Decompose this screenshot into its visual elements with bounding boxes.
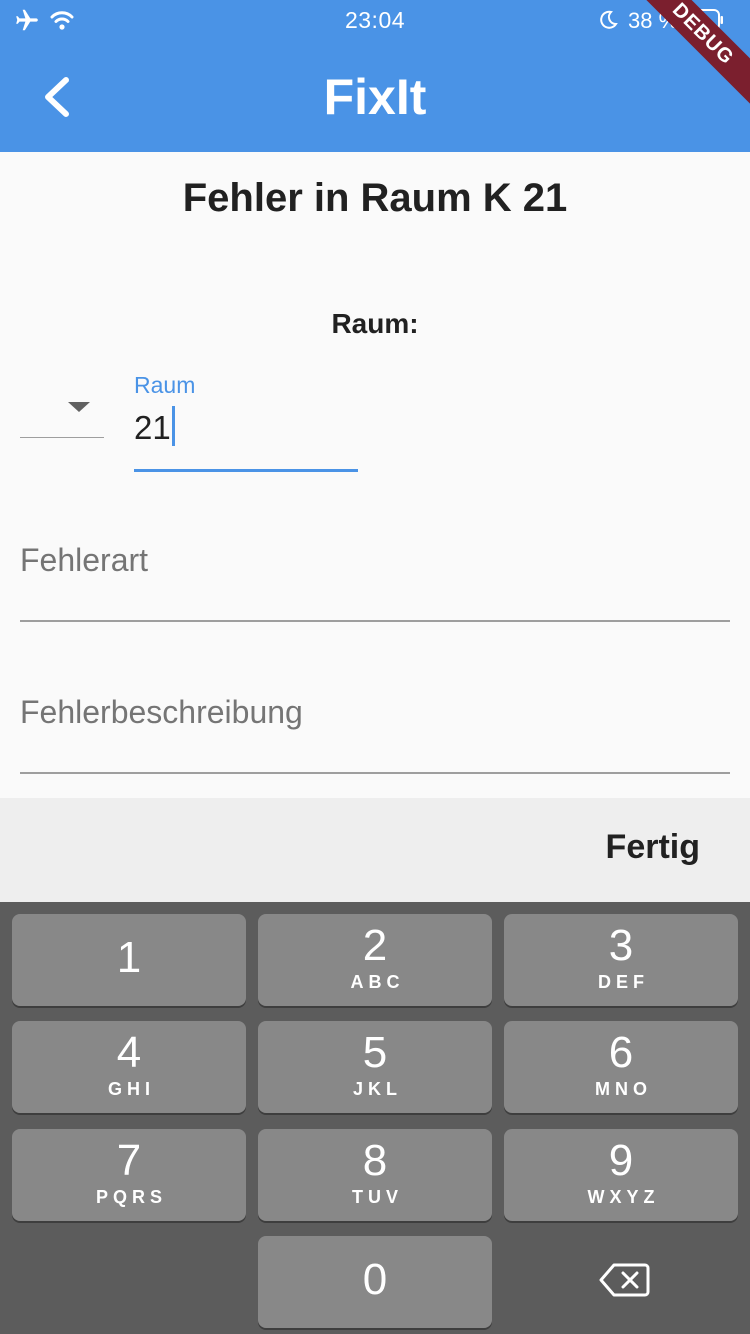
key-4[interactable]: 4 GHI [12, 1021, 246, 1113]
key-2[interactable]: 2 ABC [258, 914, 492, 1006]
room-section-label: Raum: [331, 308, 419, 339]
app-bar: 23:04 38 % FixIt DEBUG [0, 0, 750, 152]
page-heading: Fehler in Raum K 21 [182, 176, 568, 220]
key-letters: DEF [598, 972, 649, 992]
key-letters: GHI [107, 1079, 155, 1099]
app-title: FixIt [323, 69, 427, 125]
done-button[interactable]: Fertig [606, 828, 700, 867]
key-9[interactable]: 9 WXYZ [504, 1129, 738, 1221]
key-digit: 7 [116, 1136, 142, 1185]
key-digit: 4 [116, 1028, 142, 1077]
key-digit: 9 [608, 1136, 634, 1185]
key-digit: 0 [362, 1255, 388, 1304]
key-7[interactable]: 7 PQRS [12, 1129, 246, 1221]
fault-type-placeholder: Fehlerart [20, 542, 149, 578]
key-8[interactable]: 8 TUV [258, 1129, 492, 1221]
moon-icon [600, 10, 618, 29]
key-digit: 1 [116, 933, 142, 982]
dropdown-arrow-icon [68, 402, 90, 412]
backspace-icon[interactable] [598, 1262, 650, 1298]
room-field-label: Raum [134, 372, 196, 398]
keyboard-accessory-bar: Fertig [0, 798, 750, 902]
fault-description-field[interactable]: Fehlerbeschreibung [20, 694, 730, 774]
key-6[interactable]: 6 MNO [504, 1021, 738, 1113]
key-letters: PQRS [95, 1187, 167, 1207]
key-1[interactable]: 1 [12, 914, 246, 1006]
key-digit: 3 [608, 921, 634, 970]
key-letters: ABC [350, 972, 405, 992]
building-dropdown[interactable] [20, 386, 104, 438]
key-digit: 6 [608, 1028, 634, 1077]
key-letters: TUV [352, 1187, 403, 1207]
room-field-value: 21 [134, 406, 175, 447]
key-digit: 5 [362, 1028, 388, 1077]
key-digit: 8 [362, 1136, 388, 1185]
key-letters: WXYZ [587, 1187, 660, 1207]
key-3[interactable]: 3 DEF [504, 914, 738, 1006]
fault-description-placeholder: Fehlerbeschreibung [20, 694, 303, 730]
text-cursor [171, 406, 175, 446]
room-number-field[interactable]: Raum 21 [134, 370, 358, 472]
key-letters: JKL [352, 1079, 402, 1099]
key-5[interactable]: 5 JKL [258, 1021, 492, 1113]
key-letters: MNO [595, 1079, 652, 1099]
status-bar: 23:04 38 % [0, 0, 750, 40]
fault-type-field[interactable]: Fehlerart [20, 542, 730, 622]
key-digit: 2 [362, 921, 388, 970]
key-0[interactable]: 0 [258, 1236, 492, 1328]
